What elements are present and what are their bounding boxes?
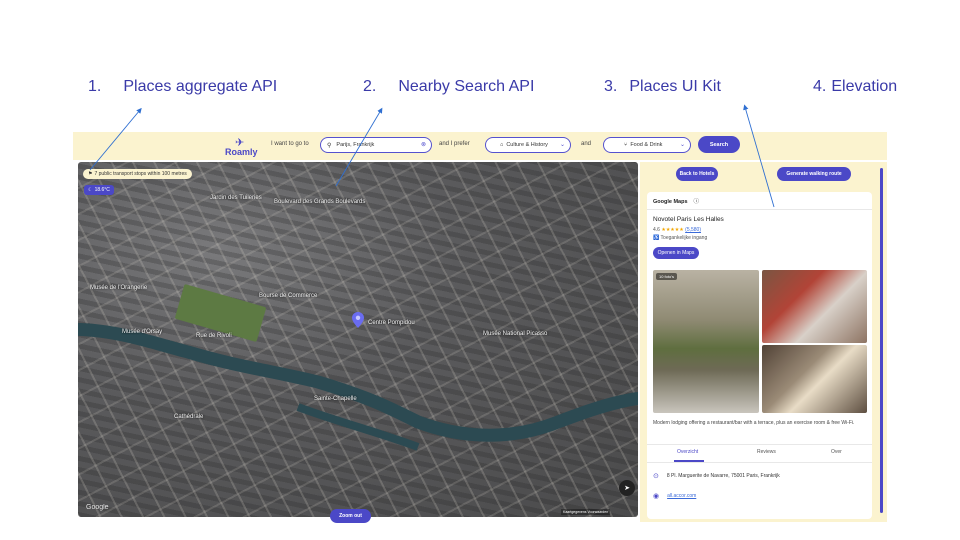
reviews-count-link[interactable]: (5,580) [685,227,701,233]
map-label: Jardin des Tuileries [210,195,262,201]
map-attribution[interactable]: Kaartgegevens Voorwaarden [561,509,611,515]
map-label: Cathédrale [174,414,204,420]
address-row: ⊙ 8 Pl. Marguerite de Navarre, 75001 Par… [653,473,780,480]
destination-prompt: I want to go to [271,141,309,147]
roamly-app: ✈ Roamly I want to go to ⚲ Parijs, Frank… [73,132,887,523]
tab-overview[interactable]: Overzicht [677,449,698,455]
culture-select[interactable]: ⌂ Culture & History ⌄ [485,137,571,153]
clear-icon[interactable]: ⊗ [421,141,426,148]
chevron-down-icon: ⌄ [679,142,685,148]
preference-prompt: and I prefer [439,141,470,147]
hotel-sidebar: Back to Hotels Generate walking route Go… [640,162,887,522]
sidebar-scrollbar[interactable] [880,162,884,522]
destination-search-input[interactable]: ⚲ Parijs, Frankrijk ⊗ [320,137,432,153]
annotation-1: 1. Places aggregate API [88,78,278,95]
location-pin-icon[interactable] [352,312,364,328]
weather-chip: ☾ 18.6°C [84,185,114,195]
open-in-maps-button[interactable]: Openen in Maps [653,247,699,259]
place-details-card: Google Maps ⓘ Novotel Paris Les Halles 4.… [647,192,872,519]
hotel-photo-room[interactable] [762,270,867,343]
cutlery-icon: ⑂ [624,142,628,148]
hotel-description: Modern lodging offering a restaurant/bar… [653,420,855,426]
weather-icon: ☾ [88,187,93,193]
hotel-photo-terrace[interactable]: 10 foto's [653,270,759,413]
photo-count-badge: 10 foto's [656,273,677,280]
transit-stops-chip: ⚑ 7 public transport stops within 100 me… [83,169,192,179]
tab-reviews[interactable]: Reviews [757,449,776,455]
annotation-4-label: Elevation [831,78,898,95]
annotation-3-label: Places UI Kit [629,78,721,95]
museum-icon: ⌂ [500,142,504,148]
tab-about[interactable]: Over [831,449,842,455]
zoom-out-button[interactable]: Zoom out [330,509,371,523]
google-watermark: Google [86,504,109,511]
search-button[interactable]: Search [698,136,740,153]
generate-walking-route-button[interactable]: Generate walking route [777,167,851,181]
divider [647,209,872,210]
compass-icon[interactable]: ➤ [619,480,635,496]
roamly-logo[interactable]: ✈ Roamly [225,136,269,158]
annotation-2-label: Nearby Search API [398,78,535,95]
map-label: Musée d'Orsay [122,329,163,335]
google-maps-header: Google Maps ⓘ [653,199,700,205]
hotel-photo-bathroom[interactable] [762,345,867,413]
globe-icon: ◉ [653,493,660,500]
hotel-rating: 4.6 ★★★★★ (5,580) [653,227,701,233]
scrollbar-thumb[interactable] [880,168,883,513]
map-label: Musée de l'Orangerie [90,285,148,291]
food-select[interactable]: ⑂ Food & Drink ⌄ [603,137,691,153]
annotation-3: 3. Places UI Kit [604,78,721,95]
annotation-2: 2. Nearby Search API [363,78,535,95]
website-row: ◉ all.accor.com [653,492,696,500]
info-icon[interactable]: ⓘ [694,199,700,205]
annotation-4: 4. Elevation [813,78,898,95]
satellite-map[interactable]: Jardin des Tuileries Boulevard des Grand… [78,162,638,517]
map-label: Sainte-Chapelle [314,396,357,402]
map-label: Boulevard des Grands Boulevards [274,199,366,205]
bus-icon: ⚑ [88,171,93,177]
back-to-hotels-button[interactable]: Back to Hotels [676,167,718,181]
website-link[interactable]: all.accor.com [667,493,696,499]
map-label: Rue de Rivoli [196,333,232,339]
divider [647,444,872,445]
location-icon: ⊙ [653,473,659,480]
search-icon: ⚲ [327,142,332,149]
top-bar: ✈ Roamly I want to go to ⚲ Parijs, Frank… [73,132,887,160]
map-label: Musée National Picasso [483,331,548,337]
map-label: Centre Pompidou [368,320,415,326]
map-label: Bourse de Commerce [259,293,318,299]
hotel-name: Novotel Paris Les Halles [653,216,724,223]
divider [647,462,872,463]
accessibility-info: ♿ Toegankelijke ingang [653,235,708,241]
wheelchair-icon: ♿ [653,235,660,241]
and-text: and [581,141,592,147]
star-rating-icon: ★★★★★ [661,227,684,233]
annotation-1-label: Places aggregate API [123,78,278,95]
chevron-down-icon: ⌄ [559,142,565,148]
